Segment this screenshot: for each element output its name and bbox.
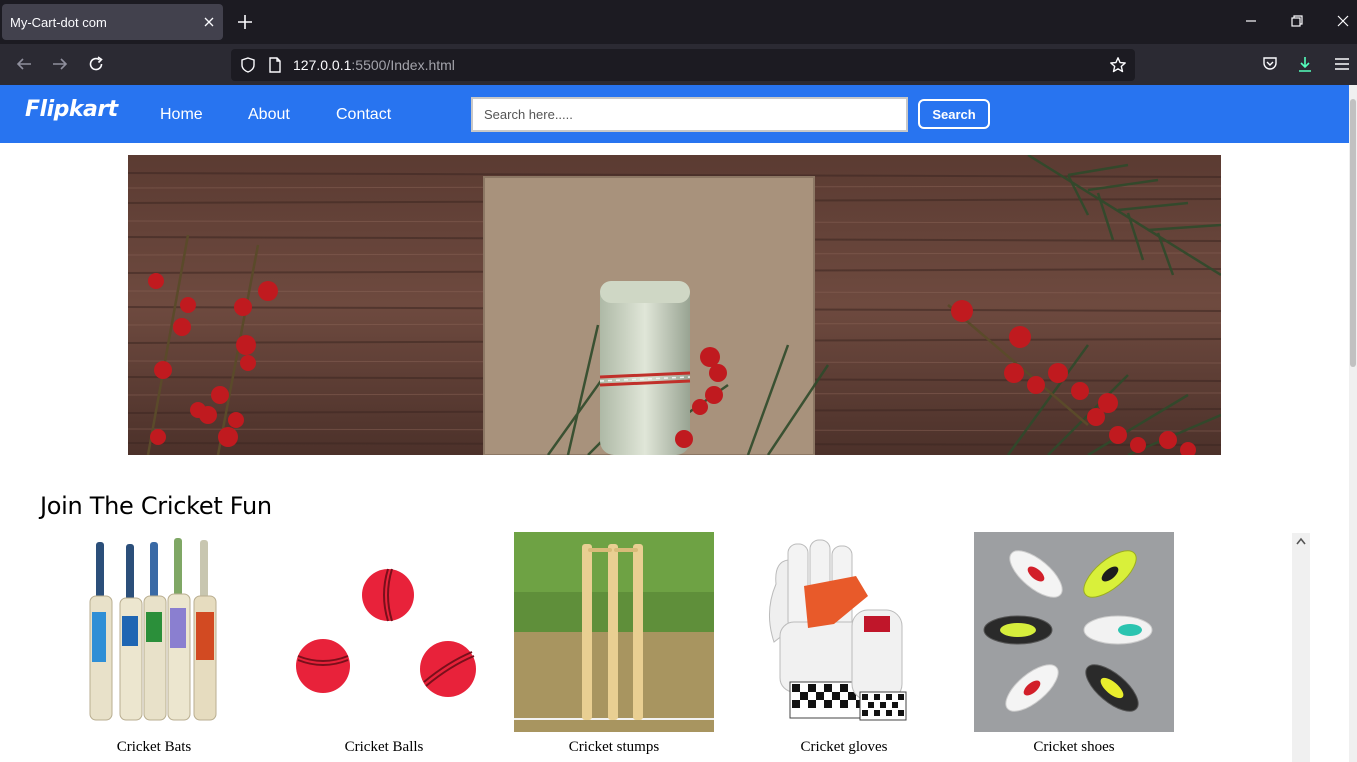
- url-path: :5500/Index.html: [351, 57, 455, 73]
- search-input[interactable]: [471, 97, 908, 132]
- browser-tab[interactable]: My-Cart-dot com: [2, 4, 223, 40]
- nav-link-about[interactable]: About: [248, 106, 290, 124]
- browser-toolbar: 127.0.0.1:5500/Index.html: [0, 44, 1357, 85]
- minimize-icon[interactable]: [1244, 14, 1258, 28]
- download-icon[interactable]: [1296, 55, 1314, 73]
- cricket-stumps-illustration: [514, 532, 714, 732]
- product-image-balls[interactable]: [284, 532, 484, 732]
- close-tab-icon[interactable]: [201, 14, 217, 30]
- page-icon: [269, 57, 281, 73]
- new-tab-icon[interactable]: [236, 13, 254, 31]
- forward-arrow-icon[interactable]: [51, 55, 69, 73]
- section-title: Join The Cricket Fun: [40, 492, 272, 520]
- url-host: 127.0.0.1: [293, 57, 352, 73]
- back-arrow-icon[interactable]: [15, 55, 33, 73]
- product-name[interactable]: Cricket shoes: [974, 739, 1174, 756]
- product-name[interactable]: Cricket stumps: [514, 739, 714, 756]
- product-image-stumps[interactable]: [514, 532, 714, 732]
- cricket-bats-illustration: [89, 538, 217, 721]
- banner-illustration: [128, 155, 1221, 455]
- nav-link-contact[interactable]: Contact: [336, 106, 391, 124]
- product-card[interactable]: Cricket shoes: [974, 532, 1174, 755]
- product-card[interactable]: Cricket Balls: [284, 532, 484, 755]
- shield-icon[interactable]: [239, 56, 257, 74]
- url-text[interactable]: 127.0.0.1:5500/Index.html: [293, 57, 455, 73]
- cricket-balls-illustration: [296, 568, 476, 697]
- site-navbar: Flipkart Home About Contact Search: [0, 85, 1349, 143]
- product-card[interactable]: Cricket Bats: [54, 532, 254, 755]
- scroll-up-arrow-icon[interactable]: [1296, 537, 1306, 545]
- site-logo[interactable]: Flipkart: [25, 97, 118, 122]
- pocket-icon[interactable]: [1261, 55, 1279, 73]
- section-scrollbar[interactable]: [1292, 533, 1310, 762]
- search-button[interactable]: Search: [918, 99, 990, 129]
- close-window-icon[interactable]: [1336, 14, 1350, 28]
- product-image-bats[interactable]: [54, 532, 254, 732]
- page-scrollbar[interactable]: [1349, 85, 1357, 762]
- cricket-shoes-illustration: [974, 532, 1174, 732]
- reload-icon[interactable]: [87, 55, 105, 73]
- browser-titlebar: My-Cart-dot com: [0, 0, 1357, 44]
- menu-icon[interactable]: [1333, 55, 1351, 73]
- product-card[interactable]: Cricket gloves: [744, 532, 944, 755]
- restore-icon[interactable]: [1290, 14, 1304, 28]
- cricket-gloves-illustration: [769, 539, 907, 721]
- nav-link-home[interactable]: Home: [160, 106, 203, 124]
- page-scrollbar-thumb[interactable]: [1350, 99, 1356, 367]
- product-image-shoes[interactable]: [974, 532, 1174, 732]
- product-card[interactable]: Cricket stumps: [514, 532, 714, 755]
- product-name[interactable]: Cricket gloves: [744, 739, 944, 756]
- product-name[interactable]: Cricket Balls: [284, 739, 484, 756]
- address-bar[interactable]: 127.0.0.1:5500/Index.html: [231, 49, 1135, 81]
- tab-title: My-Cart-dot com: [10, 15, 107, 30]
- bookmark-star-icon[interactable]: [1109, 56, 1127, 74]
- banner-image: [128, 155, 1221, 455]
- product-name[interactable]: Cricket Bats: [54, 739, 254, 756]
- product-image-gloves[interactable]: [744, 532, 944, 732]
- page-viewport: Flipkart Home About Contact Search here.…: [0, 85, 1357, 762]
